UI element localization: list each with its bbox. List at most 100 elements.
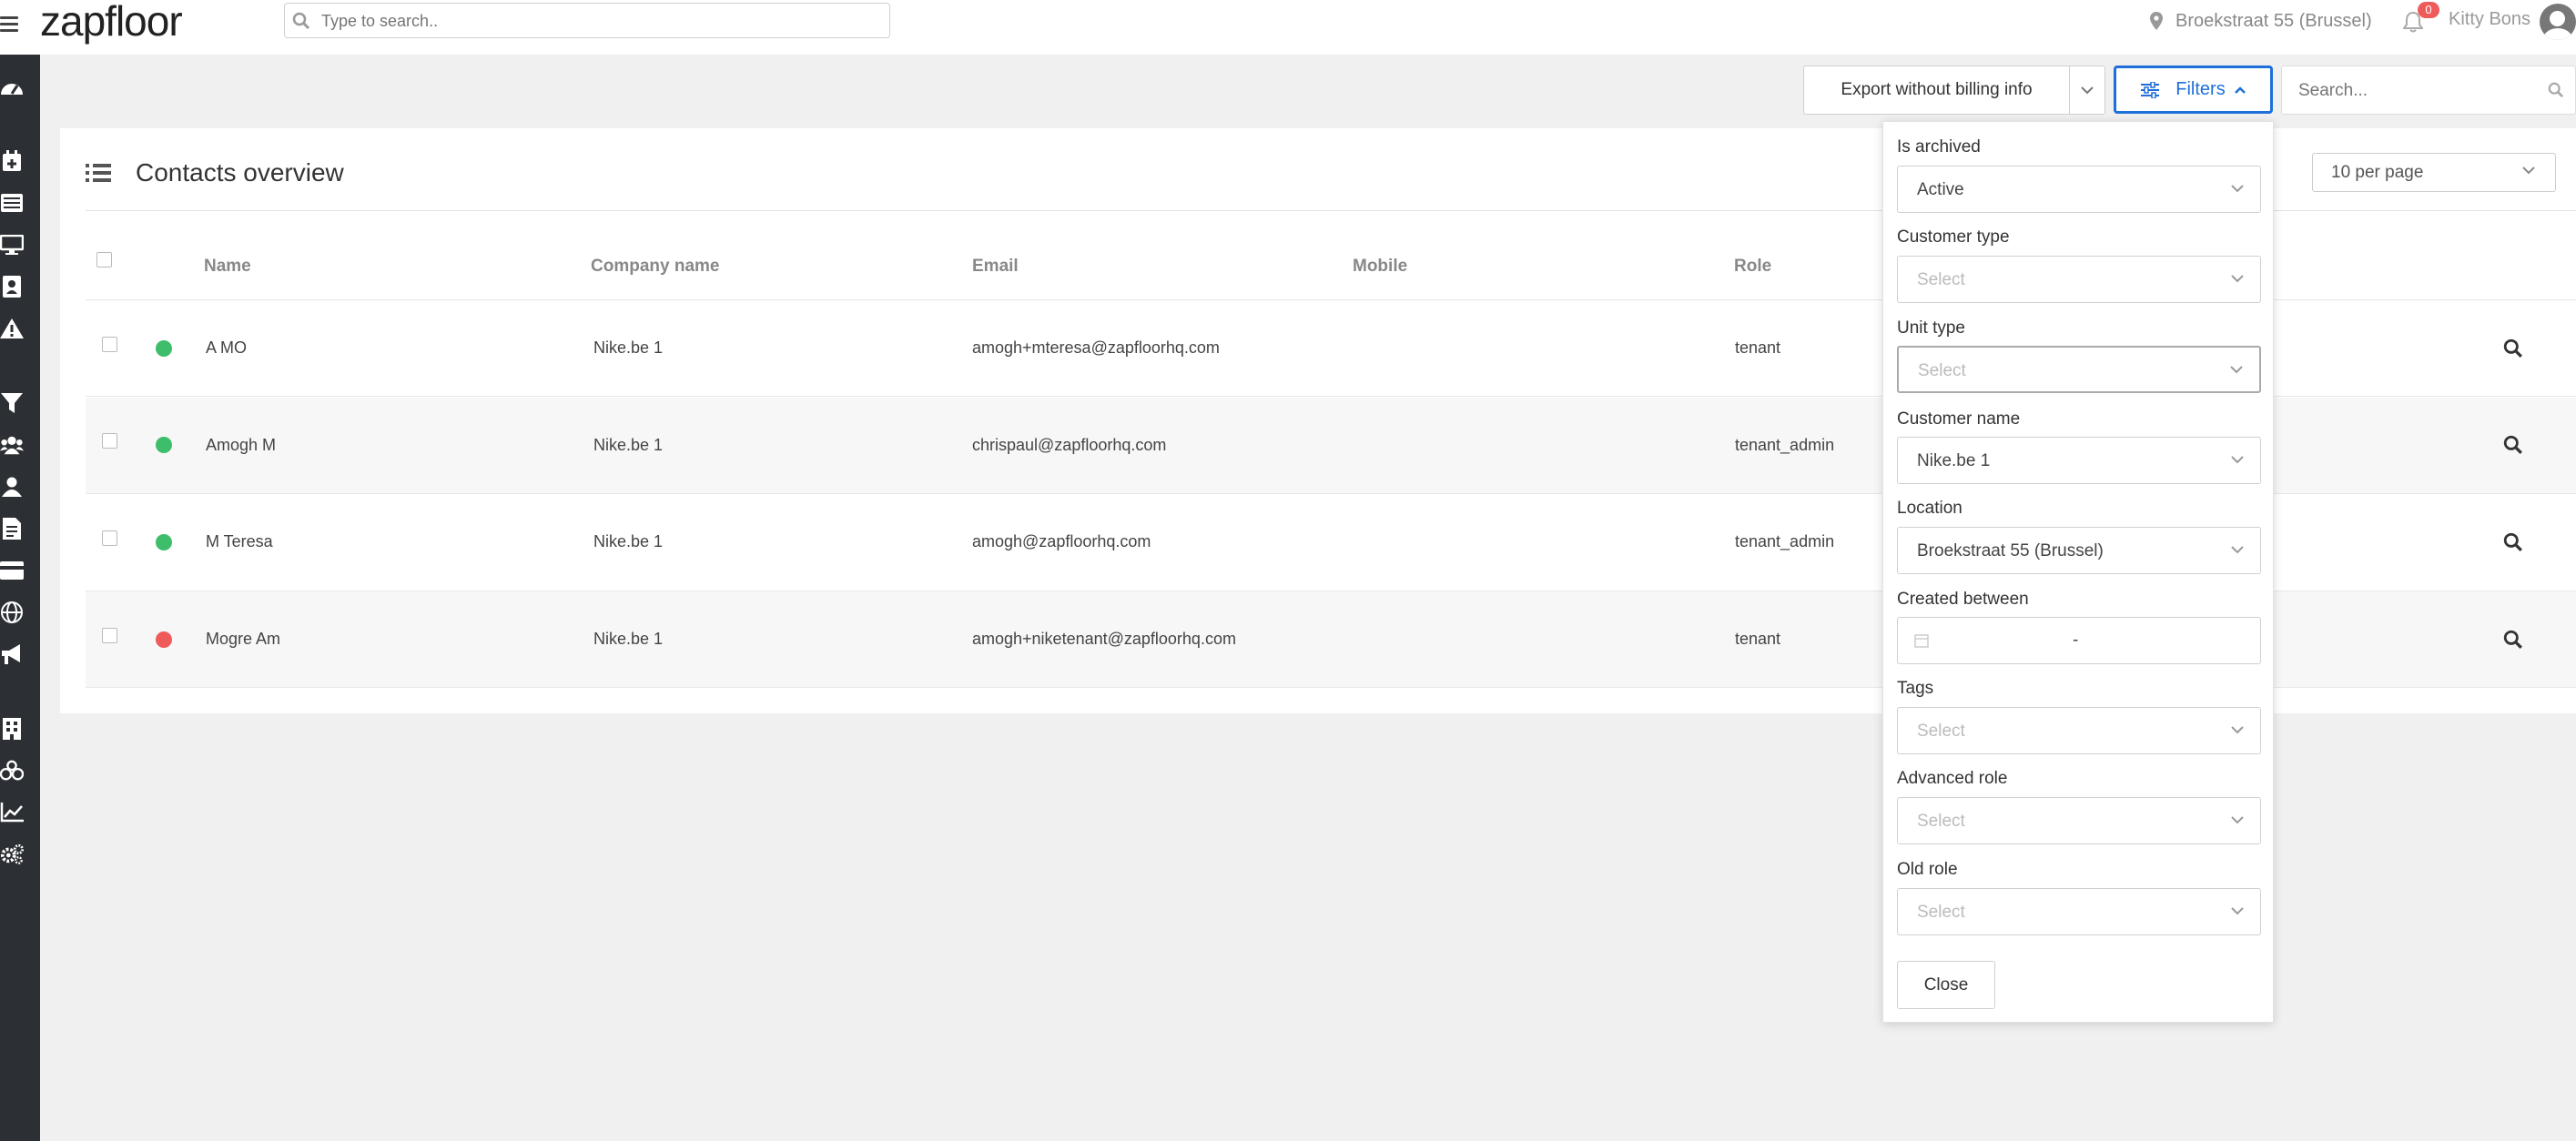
contact-card-icon[interactable] xyxy=(0,275,24,298)
chevron-down-icon xyxy=(2231,907,2244,915)
column-header-name[interactable]: Name xyxy=(204,257,251,277)
location-selector[interactable]: Broekstraat 55 (Brussel) xyxy=(2150,9,2372,33)
tags-select[interactable]: Select xyxy=(1897,707,2261,754)
hamburger-menu-icon[interactable] xyxy=(0,13,20,33)
search-icon[interactable] xyxy=(2503,435,2523,455)
contact-role: tenant xyxy=(1735,630,1781,648)
search-icon[interactable] xyxy=(2503,532,2523,552)
warning-icon[interactable] xyxy=(0,317,24,340)
credit-card-icon[interactable] xyxy=(0,559,24,582)
calendar-icon xyxy=(1914,634,1929,648)
column-header-email[interactable]: Email xyxy=(972,257,1019,277)
advanced-role-placeholder: Select xyxy=(1917,812,1965,831)
invoice-icon[interactable] xyxy=(0,517,24,540)
sliders-icon xyxy=(2141,81,2160,98)
avatar[interactable] xyxy=(2540,4,2576,40)
contact-role: tenant xyxy=(1735,338,1781,357)
contact-name[interactable]: A MO xyxy=(206,338,247,358)
contact-email: amogh@zapfloorhq.com xyxy=(972,532,1151,550)
customer-name-value: Nike.be 1 xyxy=(1917,451,1991,470)
filter-label-is-archived: Is archived xyxy=(1897,137,1981,157)
close-filters-button[interactable]: Close xyxy=(1897,961,1995,1009)
search-icon xyxy=(292,12,310,30)
row-checkbox[interactable] xyxy=(102,337,117,352)
row-checkbox[interactable] xyxy=(102,530,117,546)
users-icon[interactable] xyxy=(0,433,24,457)
bicycles-icon[interactable] xyxy=(0,759,24,783)
notification-count-badge: 0 xyxy=(2418,2,2439,18)
global-search-input[interactable] xyxy=(321,9,867,33)
global-search[interactable] xyxy=(284,3,890,38)
created-between-date-range[interactable]: - xyxy=(1897,617,2261,664)
select-all-checkbox[interactable] xyxy=(96,252,112,268)
customer-name-select[interactable]: Nike.be 1 xyxy=(1897,437,2261,484)
contact-email: amogh+mteresa@zapfloorhq.com xyxy=(972,338,1220,357)
filter-label-customer-type: Customer type xyxy=(1897,227,2010,247)
status-indicator xyxy=(156,534,172,550)
advanced-role-select[interactable]: Select xyxy=(1897,797,2261,844)
chevron-down-icon xyxy=(2231,185,2244,193)
export-options-dropdown-button[interactable] xyxy=(2069,66,2105,115)
search-icon[interactable] xyxy=(2503,630,2523,650)
column-header-role[interactable]: Role xyxy=(1734,257,1771,277)
globe-icon[interactable] xyxy=(0,601,24,624)
filter-icon[interactable] xyxy=(0,391,24,415)
status-indicator xyxy=(156,631,172,648)
top-bar: zapfloor Broekstraat 55 (Brussel) 0 Kitt… xyxy=(0,0,2576,55)
app-logo[interactable]: zapfloor xyxy=(40,0,183,42)
filters-button[interactable]: Filters xyxy=(2114,66,2273,114)
unit-type-select[interactable]: Select xyxy=(1897,346,2261,393)
search-icon[interactable] xyxy=(2503,338,2523,358)
user-icon[interactable] xyxy=(0,475,24,499)
filters-label: Filters xyxy=(2175,79,2226,99)
chevron-down-icon xyxy=(2231,816,2244,824)
megaphone-icon[interactable] xyxy=(0,642,24,666)
desktop-icon[interactable] xyxy=(0,233,24,257)
customer-type-select[interactable]: Select xyxy=(1897,256,2261,303)
contact-name[interactable]: Amogh M xyxy=(206,436,276,455)
chevron-down-icon xyxy=(2231,726,2244,734)
user-name[interactable]: Kitty Bons xyxy=(2449,9,2530,30)
status-indicator xyxy=(156,437,172,453)
is-archived-select[interactable]: Active xyxy=(1897,166,2261,213)
date-range-separator: - xyxy=(2073,631,2079,650)
column-header-company[interactable]: Company name xyxy=(591,257,719,277)
row-checkbox[interactable] xyxy=(102,433,117,449)
old-role-select[interactable]: Select xyxy=(1897,888,2261,935)
chevron-up-icon xyxy=(2234,86,2246,94)
dashboard-icon[interactable] xyxy=(0,76,24,100)
customer-type-placeholder: Select xyxy=(1917,270,1965,289)
list-search-input[interactable] xyxy=(2298,79,2517,103)
filter-label-customer-name: Customer name xyxy=(1897,409,2021,429)
export-without-billing-button[interactable]: Export without billing info xyxy=(1803,66,2070,115)
per-page-select[interactable]: 10 per page xyxy=(2312,153,2556,192)
calendar-plus-icon[interactable] xyxy=(0,149,24,173)
notifications-button[interactable]: 0 xyxy=(2403,2,2439,33)
contact-name[interactable]: Mogre Am xyxy=(206,630,280,649)
filter-label-created-between: Created between xyxy=(1897,590,2029,609)
location-select[interactable]: Broekstraat 55 (Brussel) xyxy=(1897,527,2261,574)
search-icon xyxy=(2548,82,2564,98)
cogs-icon[interactable] xyxy=(0,843,24,866)
row-checkbox[interactable] xyxy=(102,628,117,643)
contact-email: amogh+niketenant@zapfloorhq.com xyxy=(972,630,1236,648)
status-indicator xyxy=(156,340,172,357)
chart-line-icon[interactable] xyxy=(0,801,24,824)
unit-type-placeholder: Select xyxy=(1918,361,1966,380)
company-name: Nike.be 1 xyxy=(593,436,664,454)
column-header-mobile[interactable]: Mobile xyxy=(1353,257,1407,277)
list-icon[interactable] xyxy=(0,191,24,215)
old-role-placeholder: Select xyxy=(1917,903,1965,922)
location-value: Broekstraat 55 (Brussel) xyxy=(1917,541,2104,560)
filter-label-old-role: Old role xyxy=(1897,860,1958,879)
list-search[interactable] xyxy=(2281,66,2576,115)
contact-role: tenant_admin xyxy=(1735,436,1835,454)
sidebar xyxy=(0,55,40,1141)
map-marker-icon xyxy=(2150,12,2163,30)
chevron-down-icon xyxy=(2231,546,2244,554)
building-icon[interactable] xyxy=(0,717,24,741)
list-icon xyxy=(86,164,111,182)
page-title: Contacts overview xyxy=(136,158,344,187)
chevron-down-icon xyxy=(2230,366,2243,374)
contact-name[interactable]: M Teresa xyxy=(206,532,273,551)
